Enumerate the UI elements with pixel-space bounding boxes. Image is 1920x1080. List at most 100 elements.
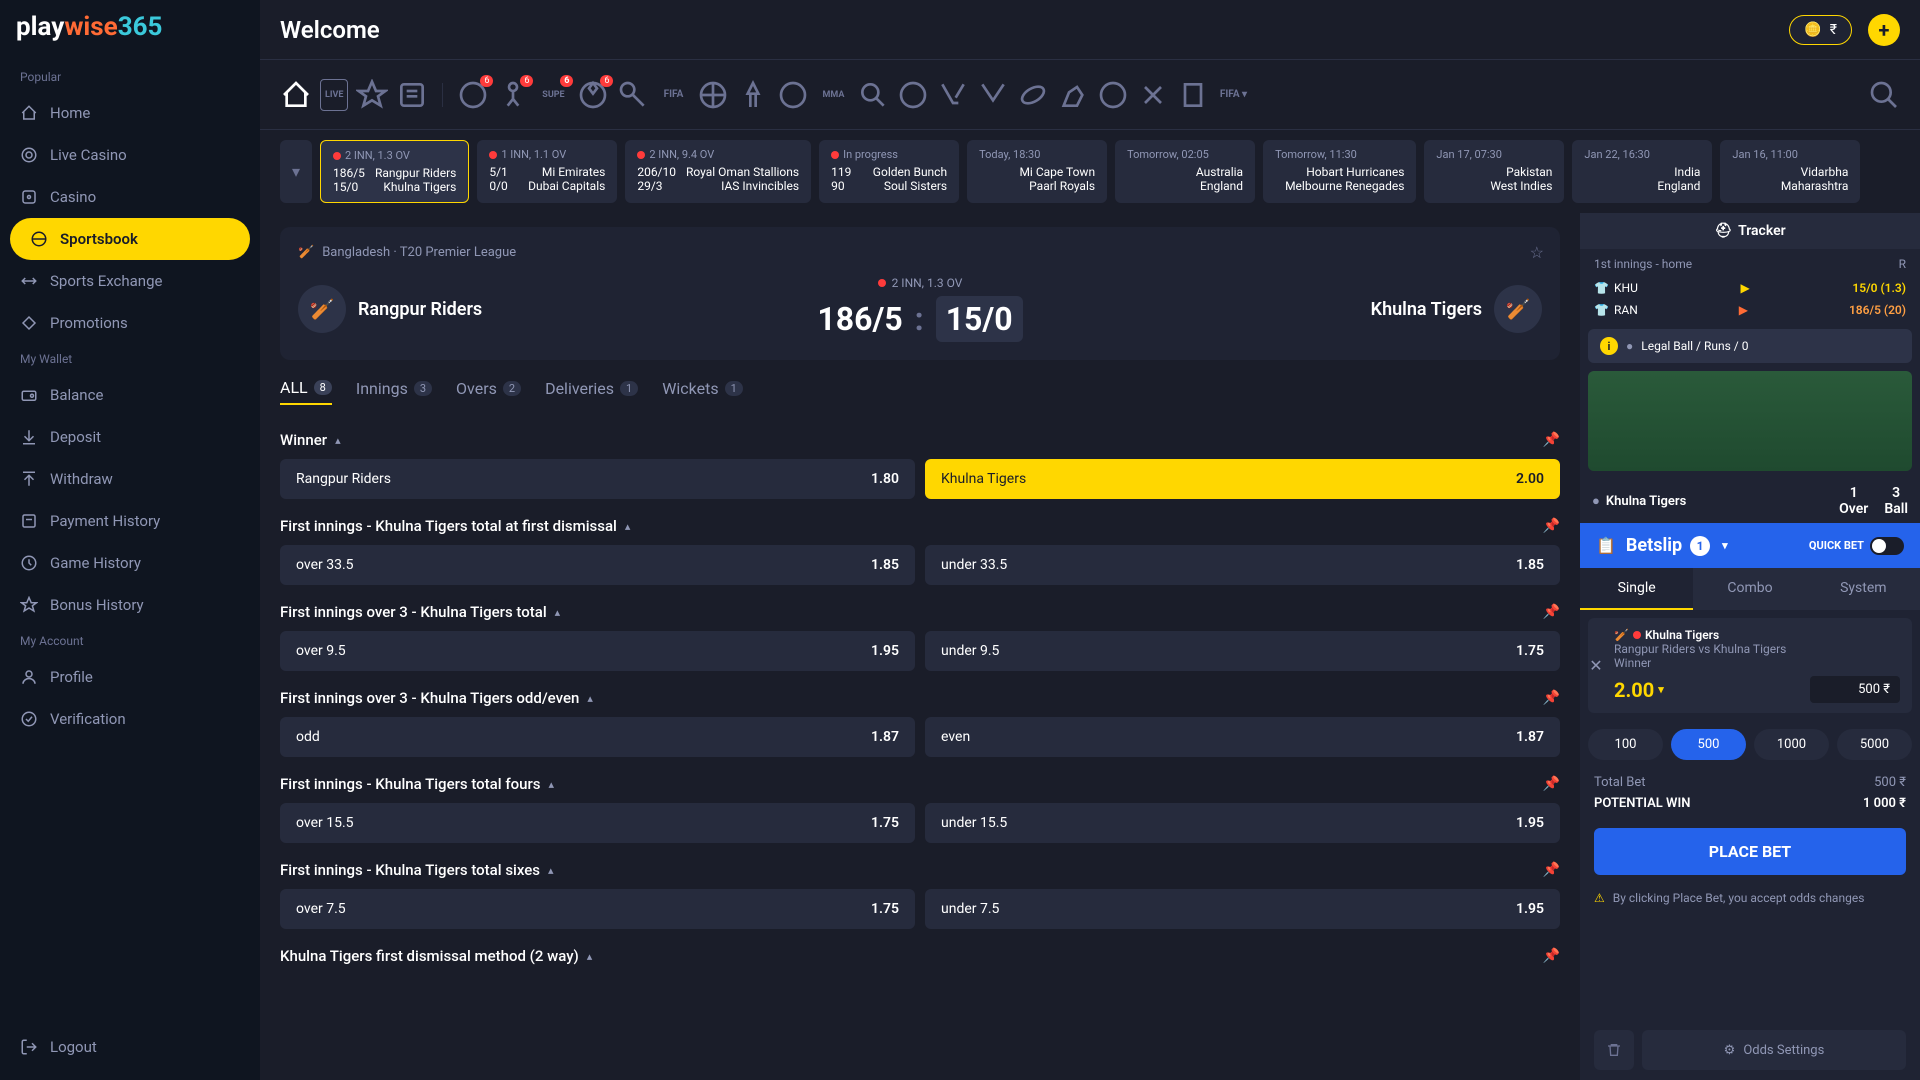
horse-icon[interactable] [1057,79,1089,111]
futsal-icon[interactable] [1097,79,1129,111]
table-tennis-icon[interactable] [857,79,889,111]
tennis-icon[interactable] [617,79,649,111]
strip-dropdown-button[interactable]: ▾ [280,140,312,203]
odd-button[interactable]: over 7.51.75 [280,889,915,929]
home-sport-icon[interactable] [280,79,312,111]
match-card[interactable]: Jan 17, 07:30PakistanWest Indies [1424,140,1564,203]
balance-chip[interactable]: 🪙 ₹ [1789,15,1852,45]
odds-settings-button[interactable]: ⚙ Odds Settings [1642,1030,1906,1070]
nav-live-casino[interactable]: Live Casino [0,134,260,176]
stake-chip[interactable]: 100 [1588,729,1663,760]
pin-button[interactable]: 📌 [1543,432,1560,448]
odd-button[interactable]: over 9.51.95 [280,631,915,671]
cricket-icon[interactable]: 6 [457,79,489,111]
odd-button[interactable]: Khulna Tigers2.00 [925,459,1560,499]
match-card[interactable]: Tomorrow, 02:05AustraliaEngland [1115,140,1255,203]
badminton-icon[interactable] [737,79,769,111]
mma-icon[interactable]: MMA [817,79,849,111]
stake-chip[interactable]: 1000 [1754,729,1829,760]
stake-chip[interactable]: 500 [1671,729,1746,760]
nav-sportsbook[interactable]: Sportsbook [10,218,250,260]
winter-icon[interactable] [1137,79,1169,111]
football-icon[interactable]: 6 [577,79,609,111]
betslip-head[interactable]: 📋 Betslip 1 ▾ QUICK BET [1580,523,1920,568]
market-header[interactable]: First innings over 3 - Khulna Tigers tot… [280,593,1560,631]
match-card[interactable]: Today, 18:30Mi Cape TownPaarl Royals [967,140,1107,203]
odd-button[interactable]: over 33.51.85 [280,545,915,585]
slip-tab-combo[interactable]: Combo [1693,568,1806,610]
odd-button[interactable]: under 9.51.75 [925,631,1560,671]
pin-button[interactable]: 📌 [1543,604,1560,620]
match-card[interactable]: In progress119Golden Bunch90Soul Sisters [819,140,959,203]
nav-game-history[interactable]: Game History [0,542,260,584]
tab-wickets[interactable]: Wickets1 [662,378,743,405]
pin-button[interactable]: 📌 [1543,862,1560,878]
valorant-icon[interactable] [977,79,1009,111]
match-card[interactable]: Tomorrow, 11:30Hobart HurricanesMelbourn… [1263,140,1416,203]
nav-home[interactable]: Home [0,92,260,134]
nav-casino[interactable]: Casino [0,176,260,218]
premier-icon[interactable]: SUPE6 [537,79,569,111]
fifa-icon[interactable]: FIFA [657,79,689,111]
nav-withdraw[interactable]: Withdraw [0,458,260,500]
chess-icon[interactable] [1177,79,1209,111]
match-card[interactable]: Jan 16, 11:00VidarbhaMaharashtra [1720,140,1860,203]
logout-link[interactable]: Logout [0,1026,260,1068]
rugby-icon[interactable] [1017,79,1049,111]
odd-button[interactable]: under 33.51.85 [925,545,1560,585]
stake-chip[interactable]: 5000 [1837,729,1912,760]
nav-verification[interactable]: Verification [0,698,260,740]
logo[interactable]: playwise365 [0,12,260,62]
market-header[interactable]: First innings over 3 - Khulna Tigers odd… [280,679,1560,717]
kabaddi-icon[interactable]: 6 [497,79,529,111]
market-header[interactable]: First innings - Khulna Tigers total sixe… [280,851,1560,889]
pin-button[interactable]: 📌 [1543,776,1560,792]
nav-balance[interactable]: Balance [0,374,260,416]
match-card[interactable]: 2 INN, 9.4 OV206/10Royal Oman Stallions2… [625,140,811,203]
favorite-star-button[interactable]: ☆ [1530,243,1544,262]
odd-button[interactable]: over 15.51.75 [280,803,915,843]
hockey-icon[interactable] [937,79,969,111]
nav-sports-exchange[interactable]: Sports Exchange [0,260,260,302]
place-bet-button[interactable]: PLACE BET [1594,828,1906,875]
remove-bet-button[interactable]: ✕ [1586,656,1606,676]
slip-tab-single[interactable]: Single [1580,568,1693,610]
odd-button[interactable]: even1.87 [925,717,1560,757]
basketball-icon[interactable] [697,79,729,111]
odd-button[interactable]: under 15.51.95 [925,803,1560,843]
stake-input[interactable] [1810,676,1900,703]
match-card[interactable]: 1 INN, 1.1 OV5/1Mi Emirates0/0Dubai Capi… [477,140,617,203]
pin-button[interactable]: 📌 [1543,690,1560,706]
slip-tab-system[interactable]: System [1807,568,1920,610]
nav-deposit[interactable]: Deposit [0,416,260,458]
market-header[interactable]: Khulna Tigers first dismissal method (2 … [280,937,1560,975]
favorites-icon[interactable] [356,79,388,111]
more-sports-icon[interactable]: FIFA ▾ [1217,79,1249,111]
clear-slip-button[interactable] [1594,1030,1634,1070]
match-card[interactable]: 2 INN, 1.3 OV186/5Rangpur Riders15/0Khul… [320,140,469,203]
search-icon[interactable] [1868,79,1900,111]
quick-bet-toggle[interactable] [1870,537,1904,555]
market-header[interactable]: First innings - Khulna Tigers total four… [280,765,1560,803]
tickets-icon[interactable] [396,79,428,111]
tab-innings[interactable]: Innings3 [356,378,432,405]
odd-button[interactable]: Rangpur Riders1.80 [280,459,915,499]
tab-overs[interactable]: Overs2 [456,378,521,405]
live-icon[interactable]: LIVE [320,79,348,111]
market-header[interactable]: Winner▴📌 [280,421,1560,459]
odd-button[interactable]: under 7.51.95 [925,889,1560,929]
pin-button[interactable]: 📌 [1543,948,1560,964]
tab-deliveries[interactable]: Deliveries1 [545,378,638,405]
baseball-icon[interactable] [897,79,929,111]
nav-payment-history[interactable]: Payment History [0,500,260,542]
nav-bonus-history[interactable]: Bonus History [0,584,260,626]
nav-promotions[interactable]: Promotions [0,302,260,344]
volleyball-icon[interactable] [777,79,809,111]
pin-button[interactable]: 📌 [1543,518,1560,534]
market-header[interactable]: First innings - Khulna Tigers total at f… [280,507,1560,545]
deposit-plus-button[interactable]: + [1868,14,1900,46]
odd-button[interactable]: odd1.87 [280,717,915,757]
match-card[interactable]: Jan 22, 16:30IndiaEngland [1572,140,1712,203]
tab-all[interactable]: ALL8 [280,378,332,405]
nav-profile[interactable]: Profile [0,656,260,698]
